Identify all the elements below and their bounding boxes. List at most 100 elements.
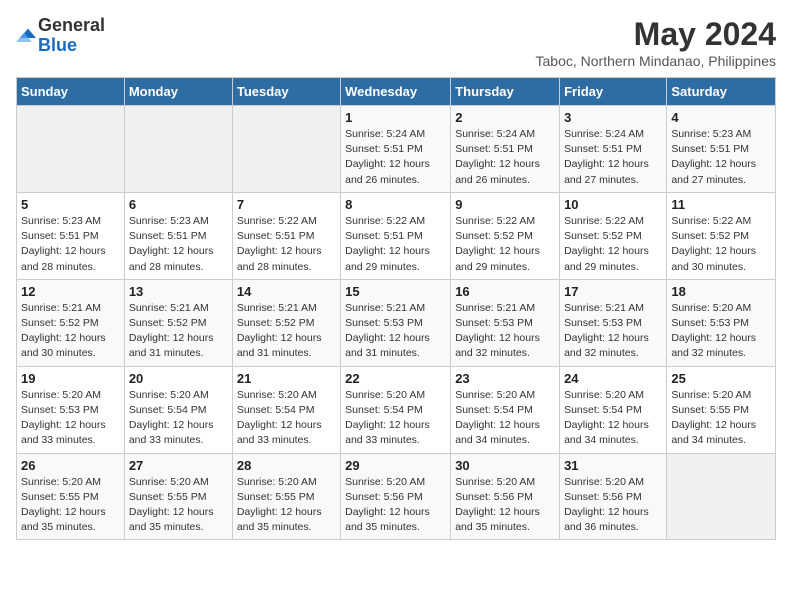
- day-info: Sunrise: 5:23 AM Sunset: 5:51 PM Dayligh…: [21, 214, 120, 275]
- calendar-table: SundayMondayTuesdayWednesdayThursdayFrid…: [16, 77, 776, 540]
- day-info: Sunrise: 5:20 AM Sunset: 5:55 PM Dayligh…: [237, 475, 336, 536]
- day-number: 11: [671, 197, 771, 212]
- calendar-cell: 2Sunrise: 5:24 AM Sunset: 5:51 PM Daylig…: [451, 106, 560, 193]
- calendar-cell: 19 Sunrise: 5:20 AM Sunset: 5:53 PM Dayli…: [17, 366, 125, 453]
- weekday-header-wednesday: Wednesday: [341, 78, 451, 106]
- day-number: 23: [455, 371, 555, 386]
- calendar-cell: 23 Sunrise: 5:20 AM Sunset: 5:54 PM Dayli…: [451, 366, 560, 453]
- day-number: 14: [237, 284, 336, 299]
- calendar-week-2: 5 Sunrise: 5:23 AM Sunset: 5:51 PM Daylig…: [17, 192, 776, 279]
- weekday-header-thursday: Thursday: [451, 78, 560, 106]
- logo-blue-text: Blue: [38, 36, 105, 56]
- page-header: General Blue May 2024 Taboc, Northern Mi…: [16, 16, 776, 69]
- calendar-cell: 1 Sunrise: 5:24 AM Sunset: 5:51 PM Daylig…: [341, 106, 451, 193]
- day-info: Sunrise: 5:20 AM Sunset: 5:53 PM Dayligh…: [671, 301, 771, 362]
- day-info: Sunrise: 5:20 AM Sunset: 5:54 PM Dayligh…: [564, 388, 662, 449]
- day-number: 19: [21, 371, 120, 386]
- day-number: 29: [345, 458, 446, 473]
- day-info: Sunrise: 5:20 AM Sunset: 5:55 PM Dayligh…: [21, 475, 120, 536]
- day-number: 21: [237, 371, 336, 386]
- calendar-cell: 12 Sunrise: 5:21 AM Sunset: 5:52 PM Dayli…: [17, 279, 125, 366]
- day-info: Sunrise: 5:21 AM Sunset: 5:52 PM Dayligh…: [237, 301, 336, 362]
- day-number: 17: [564, 284, 662, 299]
- day-info: Sunrise: 5:24 AM Sunset: 5:51 PM Dayligh…: [345, 127, 446, 188]
- calendar-week-5: 26 Sunrise: 5:20 AM Sunset: 5:55 PM Dayli…: [17, 453, 776, 540]
- day-info: Sunrise: 5:21 AM Sunset: 5:53 PM Dayligh…: [455, 301, 555, 362]
- calendar-cell: 20Sunrise: 5:20 AM Sunset: 5:54 PM Dayli…: [124, 366, 232, 453]
- location: Taboc, Northern Mindanao, Philippines: [536, 53, 776, 69]
- day-info: Sunrise: 5:21 AM Sunset: 5:52 PM Dayligh…: [129, 301, 228, 362]
- calendar-cell: 10Sunrise: 5:22 AM Sunset: 5:52 PM Dayli…: [560, 192, 667, 279]
- day-info: Sunrise: 5:22 AM Sunset: 5:52 PM Dayligh…: [455, 214, 555, 275]
- calendar-cell: 4Sunrise: 5:23 AM Sunset: 5:51 PM Daylig…: [667, 106, 776, 193]
- day-info: Sunrise: 5:21 AM Sunset: 5:52 PM Dayligh…: [21, 301, 120, 362]
- day-info: Sunrise: 5:20 AM Sunset: 5:53 PM Dayligh…: [21, 388, 120, 449]
- day-number: 30: [455, 458, 555, 473]
- calendar-cell: 7 Sunrise: 5:22 AM Sunset: 5:51 PM Daylig…: [232, 192, 340, 279]
- calendar-cell: 11 Sunrise: 5:22 AM Sunset: 5:52 PM Dayli…: [667, 192, 776, 279]
- calendar-cell: 17 Sunrise: 5:21 AM Sunset: 5:53 PM Dayli…: [560, 279, 667, 366]
- calendar-week-4: 19 Sunrise: 5:20 AM Sunset: 5:53 PM Dayli…: [17, 366, 776, 453]
- day-info: Sunrise: 5:20 AM Sunset: 5:54 PM Dayligh…: [237, 388, 336, 449]
- calendar-week-3: 12 Sunrise: 5:21 AM Sunset: 5:52 PM Dayli…: [17, 279, 776, 366]
- title-block: May 2024 Taboc, Northern Mindanao, Phili…: [536, 16, 776, 69]
- weekday-header-monday: Monday: [124, 78, 232, 106]
- day-number: 9: [455, 197, 555, 212]
- day-number: 16: [455, 284, 555, 299]
- calendar-cell: 31 Sunrise: 5:20 AM Sunset: 5:56 PM Dayli…: [560, 453, 667, 540]
- day-number: 25: [671, 371, 771, 386]
- logo: General Blue: [16, 16, 105, 56]
- calendar-cell: 13 Sunrise: 5:21 AM Sunset: 5:52 PM Dayli…: [124, 279, 232, 366]
- day-number: 31: [564, 458, 662, 473]
- logo-general-text: General: [38, 16, 105, 36]
- day-info: Sunrise: 5:20 AM Sunset: 5:56 PM Dayligh…: [564, 475, 662, 536]
- day-number: 3: [564, 110, 662, 125]
- calendar-cell: 22 Sunrise: 5:20 AM Sunset: 5:54 PM Dayli…: [341, 366, 451, 453]
- day-info: Sunrise: 5:20 AM Sunset: 5:54 PM Dayligh…: [345, 388, 446, 449]
- weekday-header-sunday: Sunday: [17, 78, 125, 106]
- day-number: 27: [129, 458, 228, 473]
- calendar-cell: 18Sunrise: 5:20 AM Sunset: 5:53 PM Dayli…: [667, 279, 776, 366]
- calendar-cell: 25Sunrise: 5:20 AM Sunset: 5:55 PM Dayli…: [667, 366, 776, 453]
- day-number: 22: [345, 371, 446, 386]
- day-number: 5: [21, 197, 120, 212]
- day-info: Sunrise: 5:21 AM Sunset: 5:53 PM Dayligh…: [564, 301, 662, 362]
- calendar-cell: 27 Sunrise: 5:20 AM Sunset: 5:55 PM Dayli…: [124, 453, 232, 540]
- weekday-header-row: SundayMondayTuesdayWednesdayThursdayFrid…: [17, 78, 776, 106]
- calendar-cell: 5 Sunrise: 5:23 AM Sunset: 5:51 PM Daylig…: [17, 192, 125, 279]
- weekday-header-tuesday: Tuesday: [232, 78, 340, 106]
- month-title: May 2024: [536, 16, 776, 53]
- calendar-cell: 21 Sunrise: 5:20 AM Sunset: 5:54 PM Dayli…: [232, 366, 340, 453]
- logo-icon: [16, 26, 36, 46]
- day-info: Sunrise: 5:23 AM Sunset: 5:51 PM Dayligh…: [129, 214, 228, 275]
- day-info: Sunrise: 5:22 AM Sunset: 5:52 PM Dayligh…: [671, 214, 771, 275]
- weekday-header-friday: Friday: [560, 78, 667, 106]
- day-info: Sunrise: 5:22 AM Sunset: 5:52 PM Dayligh…: [564, 214, 662, 275]
- calendar-cell: 28 Sunrise: 5:20 AM Sunset: 5:55 PM Dayli…: [232, 453, 340, 540]
- day-info: Sunrise: 5:20 AM Sunset: 5:56 PM Dayligh…: [345, 475, 446, 536]
- calendar-cell: 30Sunrise: 5:20 AM Sunset: 5:56 PM Dayli…: [451, 453, 560, 540]
- day-info: Sunrise: 5:24 AM Sunset: 5:51 PM Dayligh…: [564, 127, 662, 188]
- weekday-header-saturday: Saturday: [667, 78, 776, 106]
- day-info: Sunrise: 5:22 AM Sunset: 5:51 PM Dayligh…: [237, 214, 336, 275]
- logo-text: General Blue: [38, 16, 105, 56]
- day-info: Sunrise: 5:20 AM Sunset: 5:54 PM Dayligh…: [455, 388, 555, 449]
- day-number: 7: [237, 197, 336, 212]
- calendar-cell: 16 Sunrise: 5:21 AM Sunset: 5:53 PM Dayli…: [451, 279, 560, 366]
- day-number: 6: [129, 197, 228, 212]
- calendar-cell: 6 Sunrise: 5:23 AM Sunset: 5:51 PM Daylig…: [124, 192, 232, 279]
- day-number: 13: [129, 284, 228, 299]
- day-info: Sunrise: 5:20 AM Sunset: 5:55 PM Dayligh…: [129, 475, 228, 536]
- calendar-cell: 3 Sunrise: 5:24 AM Sunset: 5:51 PM Daylig…: [560, 106, 667, 193]
- day-number: 12: [21, 284, 120, 299]
- day-number: 26: [21, 458, 120, 473]
- day-number: 1: [345, 110, 446, 125]
- day-number: 24: [564, 371, 662, 386]
- calendar-cell: 15Sunrise: 5:21 AM Sunset: 5:53 PM Dayli…: [341, 279, 451, 366]
- calendar-cell: 29 Sunrise: 5:20 AM Sunset: 5:56 PM Dayli…: [341, 453, 451, 540]
- day-info: Sunrise: 5:24 AM Sunset: 5:51 PM Dayligh…: [455, 127, 555, 188]
- calendar-cell: 14 Sunrise: 5:21 AM Sunset: 5:52 PM Dayli…: [232, 279, 340, 366]
- calendar-cell: 24 Sunrise: 5:20 AM Sunset: 5:54 PM Dayli…: [560, 366, 667, 453]
- day-number: 4: [671, 110, 771, 125]
- day-number: 28: [237, 458, 336, 473]
